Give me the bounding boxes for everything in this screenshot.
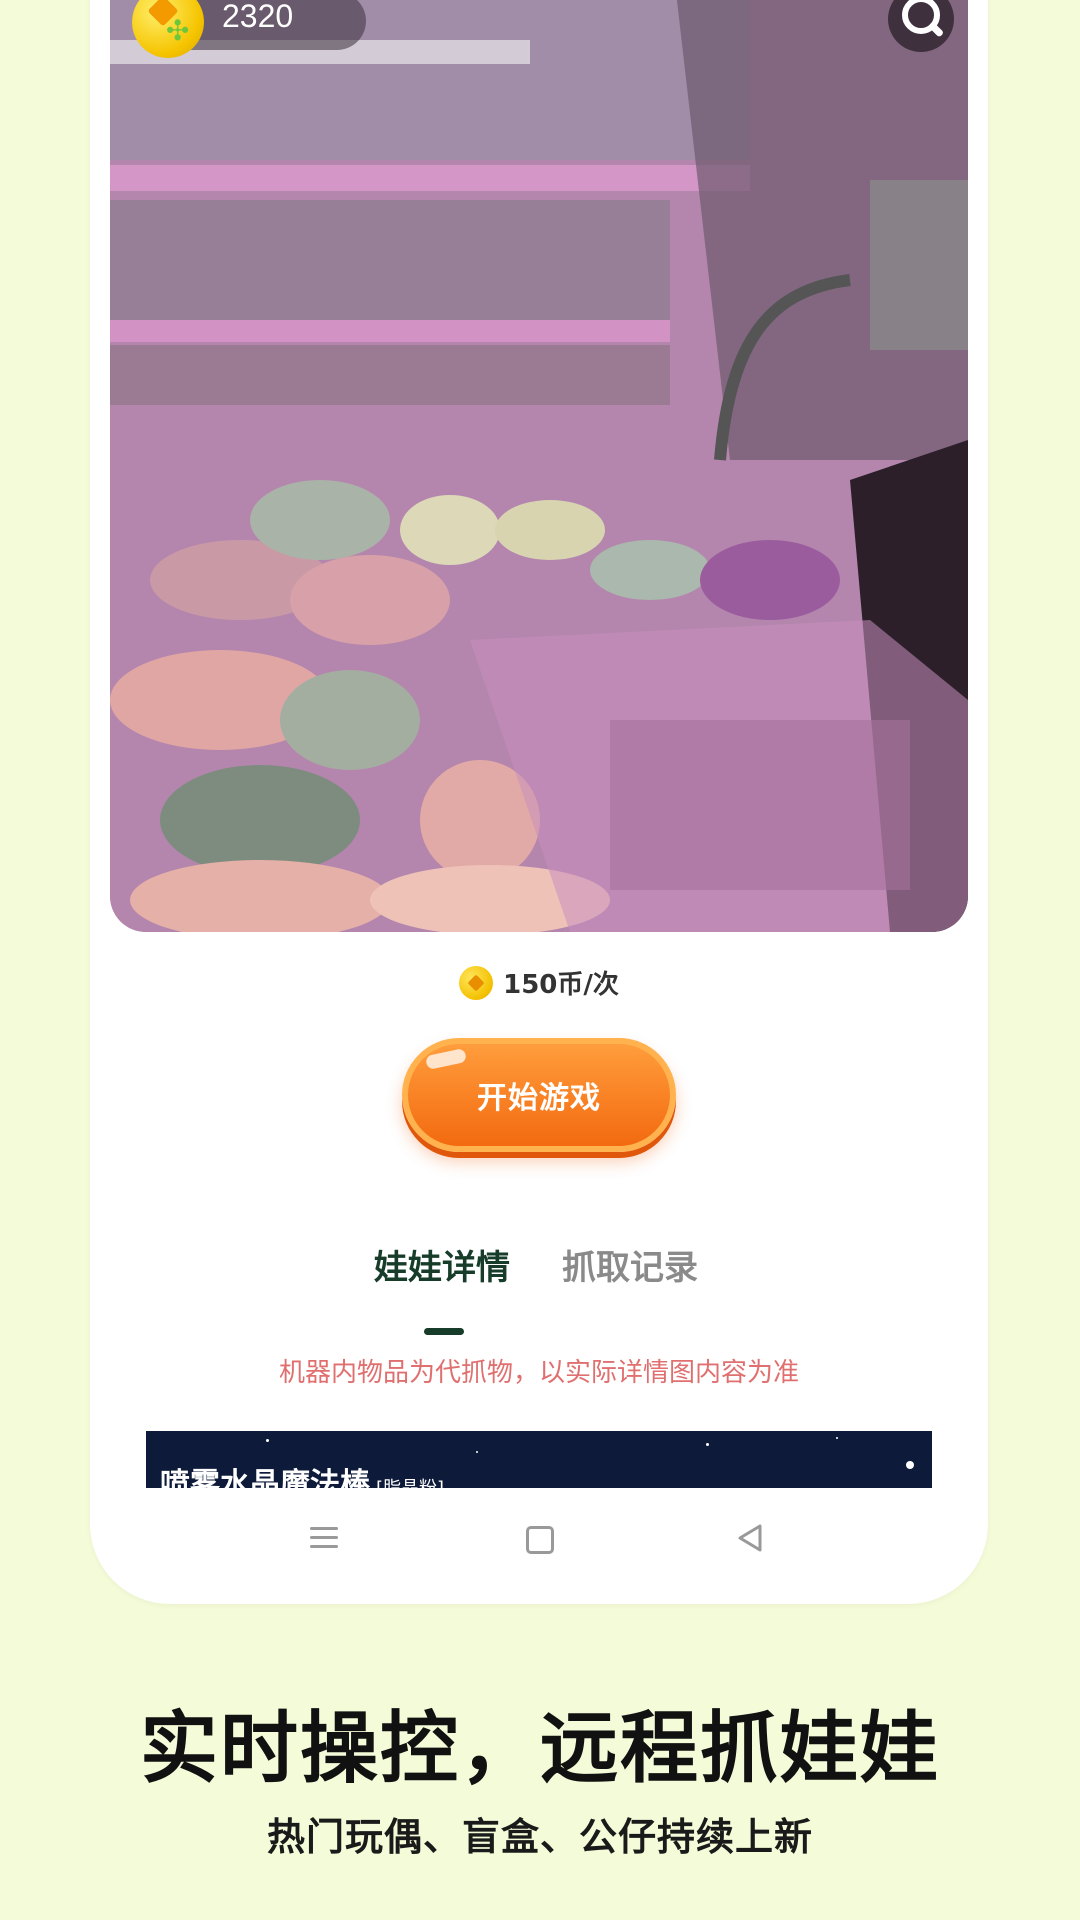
notice-text: 机器内物品为代抓物，以实际详情图内容为准 <box>278 1358 799 1388</box>
promo-headline: 实时操控，远程抓娃娃 <box>139 1704 940 1794</box>
coin-balance: 2320 <box>222 0 294 34</box>
prize-banner[interactable]: 喷雾水晶魔法棒 [脂晶粉] <box>146 1431 932 1488</box>
nav-menu-icon[interactable] <box>304 1518 344 1558</box>
price-label: 150币/次 <box>503 970 619 1000</box>
coin-balance-pill: ✣ 2320 <box>132 0 366 58</box>
active-tab-indicator <box>424 1328 464 1335</box>
coin-icon <box>459 965 494 1000</box>
tab-doll-details[interactable]: 娃娃详情 <box>374 1240 510 1289</box>
start-game-button[interactable]: 开始游戏 <box>402 1038 676 1152</box>
banner-tag: [脂晶粉] <box>376 1478 444 1488</box>
promo-subline: 热门玩偶、盲盒、公仔持续上新 <box>266 1815 813 1859</box>
tab-grab-records[interactable]: 抓取记录 <box>562 1240 698 1289</box>
nav-home-icon[interactable] <box>518 1518 558 1558</box>
price-row: 150币/次 <box>90 964 988 1007</box>
system-nav-bar <box>90 1500 988 1570</box>
nav-back-icon[interactable] <box>730 1518 770 1558</box>
claw-machine-scene <box>110 0 968 932</box>
claw-machine-live-view: ✣ 2320 <box>110 0 968 932</box>
detail-tabs: 娃娃详情 抓取记录 <box>90 1240 988 1288</box>
banner-title: 喷雾水晶魔法棒 <box>160 1467 370 1488</box>
phone-screen: ✣ 2320 150币/次 开始游戏 娃娃详情 抓取记录 机器内物品为代抓物，以… <box>90 0 988 1604</box>
